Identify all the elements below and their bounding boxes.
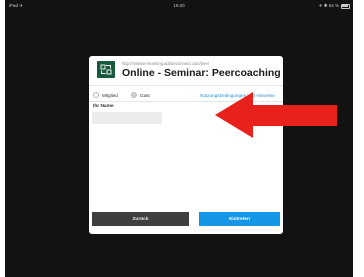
header-divider — [89, 85, 283, 86]
back-button[interactable]: Zurück — [92, 212, 189, 226]
logo-glyph-icon — [100, 64, 112, 75]
radio-guest-label: Gast — [140, 92, 150, 98]
radio-member-label: Mitglied — [102, 92, 118, 98]
enter-button[interactable]: Eintreten — [199, 212, 280, 226]
radio-member-circle[interactable] — [93, 92, 99, 98]
status-time: 19:20 — [173, 3, 185, 8]
ipad-screen: iPad ✈ 19:20 ✈ ✱ 64 % http://mission-lea… — [5, 0, 353, 277]
login-dialog: http://mission-learning.adobeconnect.com… — [89, 56, 283, 234]
radio-guest-circle[interactable] — [131, 92, 137, 98]
red-arrow-left-icon — [215, 92, 337, 138]
meeting-url: http://mission-learning.adobeconnect.com… — [122, 61, 210, 66]
radio-member[interactable]: Mitglied — [93, 92, 118, 98]
name-label: Ihr Name — [93, 104, 114, 109]
status-indicators: ✈ ✱ 64 % — [318, 3, 339, 8]
meeting-title: Online - Seminar: Peercoaching — [122, 67, 281, 79]
status-right: ✈ ✱ 64 % — [319, 0, 350, 12]
name-input[interactable] — [92, 112, 162, 124]
battery-icon — [341, 3, 350, 9]
radio-guest[interactable]: Gast — [131, 92, 150, 98]
status-bar: iPad ✈ 19:20 ✈ ✱ 64 % — [5, 0, 353, 12]
device-frame: iPad ✈ 19:20 ✈ ✱ 64 % http://mission-lea… — [0, 0, 364, 277]
adobe-connect-logo-icon — [97, 61, 115, 78]
